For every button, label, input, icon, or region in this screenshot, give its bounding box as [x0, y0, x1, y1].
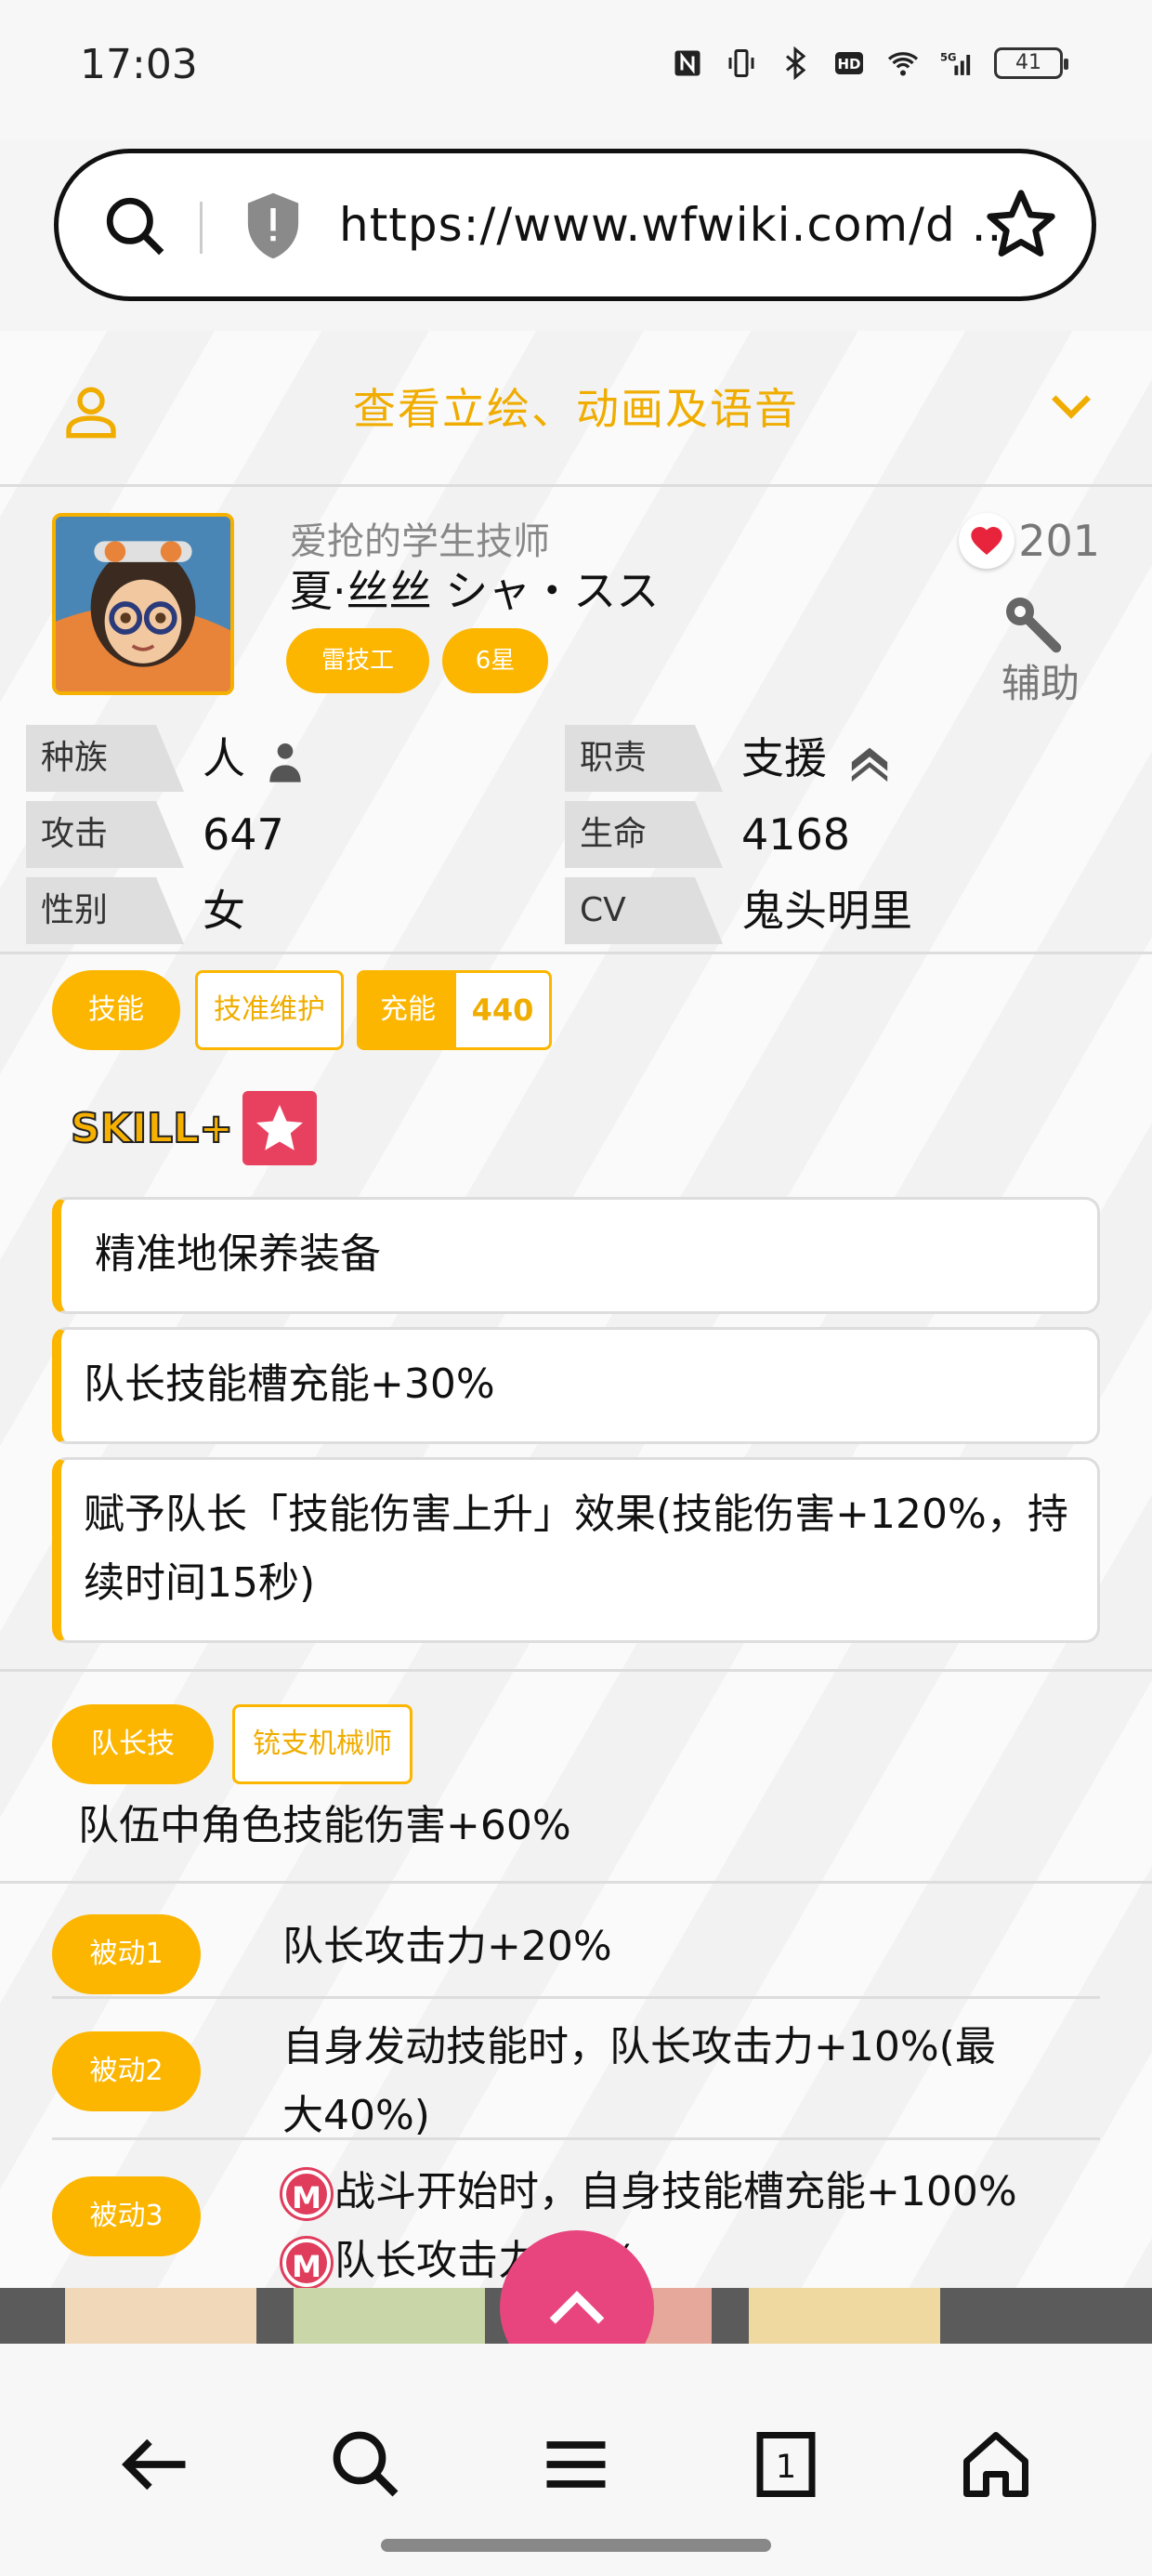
stat-value: 人 — [203, 725, 304, 792]
media-header-title[interactable]: 查看立绘、动画及语音 — [0, 375, 1152, 437]
search-icon[interactable] — [327, 2425, 405, 2504]
charge-value: 440 — [471, 992, 534, 1028]
svg-text:5G: 5G — [940, 50, 957, 63]
likes[interactable]: 201 — [959, 513, 1100, 569]
leader-effect: 队伍中角色技能伤害+60% — [78, 1802, 571, 1849]
passive-text: 队长攻击力+20% — [282, 1923, 612, 1970]
bluetooth-icon — [786, 46, 806, 80]
leader-name-tag[interactable]: 铳支机械师 — [232, 1704, 412, 1784]
status-bar: 17:03 HD 5G 41 — [0, 0, 1152, 139]
passive-tag[interactable]: 被动3 — [52, 2176, 201, 2256]
passive-row: 被动2 自身发动技能时，队长攻击力+10%(最 大40%) — [52, 2013, 1100, 2152]
skillplus[interactable]: SKILL+ — [70, 1082, 318, 1175]
gallery-thumb[interactable] — [294, 2288, 485, 2344]
hd-icon: HD — [835, 52, 863, 74]
skill-effect-box: 赋予队长「技能伤害上升」效果(技能伤害+120%，持续时间15秒) — [52, 1457, 1100, 1643]
divider — [52, 1996, 1100, 1999]
charge-label: 充能 — [360, 973, 456, 1047]
stat-key: 职责 — [565, 725, 723, 792]
skill-name-tag[interactable]: 技准维护 — [195, 970, 344, 1050]
url-divider — [200, 202, 203, 254]
character-avatar — [52, 513, 234, 695]
multi-icon: M — [282, 2239, 331, 2287]
passive-text: 自身发动技能时，队长攻击力+10%(最 大40%) — [282, 2013, 996, 2150]
stat-key: 种族 — [26, 725, 184, 792]
passive-line: M 战斗开始时，自身技能槽充能+100% — [282, 2158, 1017, 2227]
stat-value: 鬼头明里 — [741, 886, 912, 936]
heart-icon[interactable] — [959, 513, 1015, 569]
bookmark-star-icon[interactable] — [984, 187, 1058, 261]
leader-tag[interactable]: 队长技 — [52, 1704, 214, 1784]
gallery-thumb[interactable] — [749, 2288, 940, 2344]
avatar-illustration — [56, 517, 230, 691]
stat-race: 种族 人 — [26, 725, 546, 792]
divider — [0, 1669, 1152, 1672]
skill-tag[interactable]: 技能 — [52, 970, 180, 1050]
media-header[interactable]: 查看立绘、动画及语音 — [0, 331, 1152, 487]
human-icon — [268, 743, 301, 782]
skill-effect: 队长技能槽充能+30% — [84, 1360, 495, 1408]
support-chevron-icon — [851, 747, 887, 782]
stat-gender: 性别 女 — [26, 877, 546, 944]
skillplus-star-icon[interactable] — [242, 1091, 318, 1165]
search-icon[interactable] — [101, 192, 170, 261]
stat-key: 攻击 — [26, 801, 184, 868]
status-time: 17:03 — [80, 41, 198, 88]
rarity-badge[interactable]: 6星 — [442, 628, 548, 693]
skill-effect-box: 队长技能槽充能+30% — [52, 1327, 1100, 1444]
stat-key: 性别 — [26, 877, 184, 944]
element-badge[interactable]: 雷技工 — [286, 628, 429, 693]
stat-value: 4168 — [741, 809, 851, 860]
stat-value: 支援 — [741, 725, 891, 792]
shield-icon[interactable] — [242, 191, 304, 261]
skillplus-label: SKILL+ — [70, 1104, 234, 1153]
skill-title-box: 精准地保养装备 — [52, 1197, 1100, 1314]
stat-key: 生命 — [565, 801, 723, 868]
wrench-icon — [1006, 598, 1062, 653]
likes-count: 201 — [1018, 516, 1100, 566]
stat-value: 女 — [203, 886, 245, 936]
chevron-up-icon — [549, 2291, 605, 2324]
url-text[interactable]: https://www.wfwiki.com/d ... — [339, 198, 1008, 252]
passive-tag[interactable]: 被动2 — [52, 2031, 201, 2111]
nfc-icon — [674, 50, 700, 76]
status-icons: HD 5G 41 — [671, 46, 1068, 80]
url-bar[interactable]: https://www.wfwiki.com/d ... — [54, 149, 1096, 301]
character-name: 夏·丝丝 シャ・スス — [290, 566, 660, 616]
svg-text:1: 1 — [776, 2449, 796, 2486]
chevron-down-icon[interactable] — [1048, 388, 1094, 426]
stat-hp: 生命 4168 — [565, 801, 1122, 868]
battery-indicator: 41 — [994, 47, 1068, 79]
passive-text: M 战斗开始时，自身技能槽充能+100% M 队长攻击力+0% — [282, 2158, 1017, 2288]
gallery-thumb[interactable] — [65, 2288, 256, 2344]
passive-line: 自身发动技能时，队长攻击力+10%(最 — [282, 2023, 996, 2070]
vibrate-icon — [728, 49, 754, 77]
divider — [52, 2137, 1100, 2140]
wifi-icon — [887, 52, 919, 76]
role-label: 辅助 — [1001, 661, 1080, 706]
skill-effect: 赋予队长「技能伤害上升」效果(技能伤害+120%，持续时间15秒) — [84, 1491, 1068, 1607]
tabs-icon[interactable]: 1 — [747, 2425, 825, 2504]
stat-role: 职责 支援 — [565, 725, 1122, 792]
passive-tag[interactable]: 被动1 — [52, 1914, 201, 1994]
menu-icon[interactable] — [537, 2425, 615, 2504]
stat-attack: 攻击 647 — [26, 801, 546, 868]
svg-text:HD: HD — [837, 56, 860, 72]
multi-icon: M — [282, 2170, 331, 2218]
divider — [0, 952, 1152, 954]
page-content: 查看立绘、动画及语音 爱抢的学生技师 夏·丝丝 シャ・スス 雷技工 6星 201… — [0, 331, 1152, 2288]
home-indicator[interactable] — [381, 2539, 771, 2552]
stat-cv: CV 鬼头明里 — [565, 877, 1122, 944]
divider — [0, 1881, 1152, 1884]
stat-key: CV — [565, 877, 723, 944]
signal-5g-icon: 5G — [940, 50, 971, 75]
stat-value: 647 — [203, 809, 284, 860]
skill-title: 精准地保养装备 — [95, 1230, 381, 1278]
back-arrow-icon[interactable] — [117, 2425, 195, 2504]
home-icon[interactable] — [957, 2425, 1035, 2504]
skill-charge: 充能 440 — [357, 970, 552, 1050]
passive-line: M 队长攻击力+0% — [282, 2227, 1017, 2288]
